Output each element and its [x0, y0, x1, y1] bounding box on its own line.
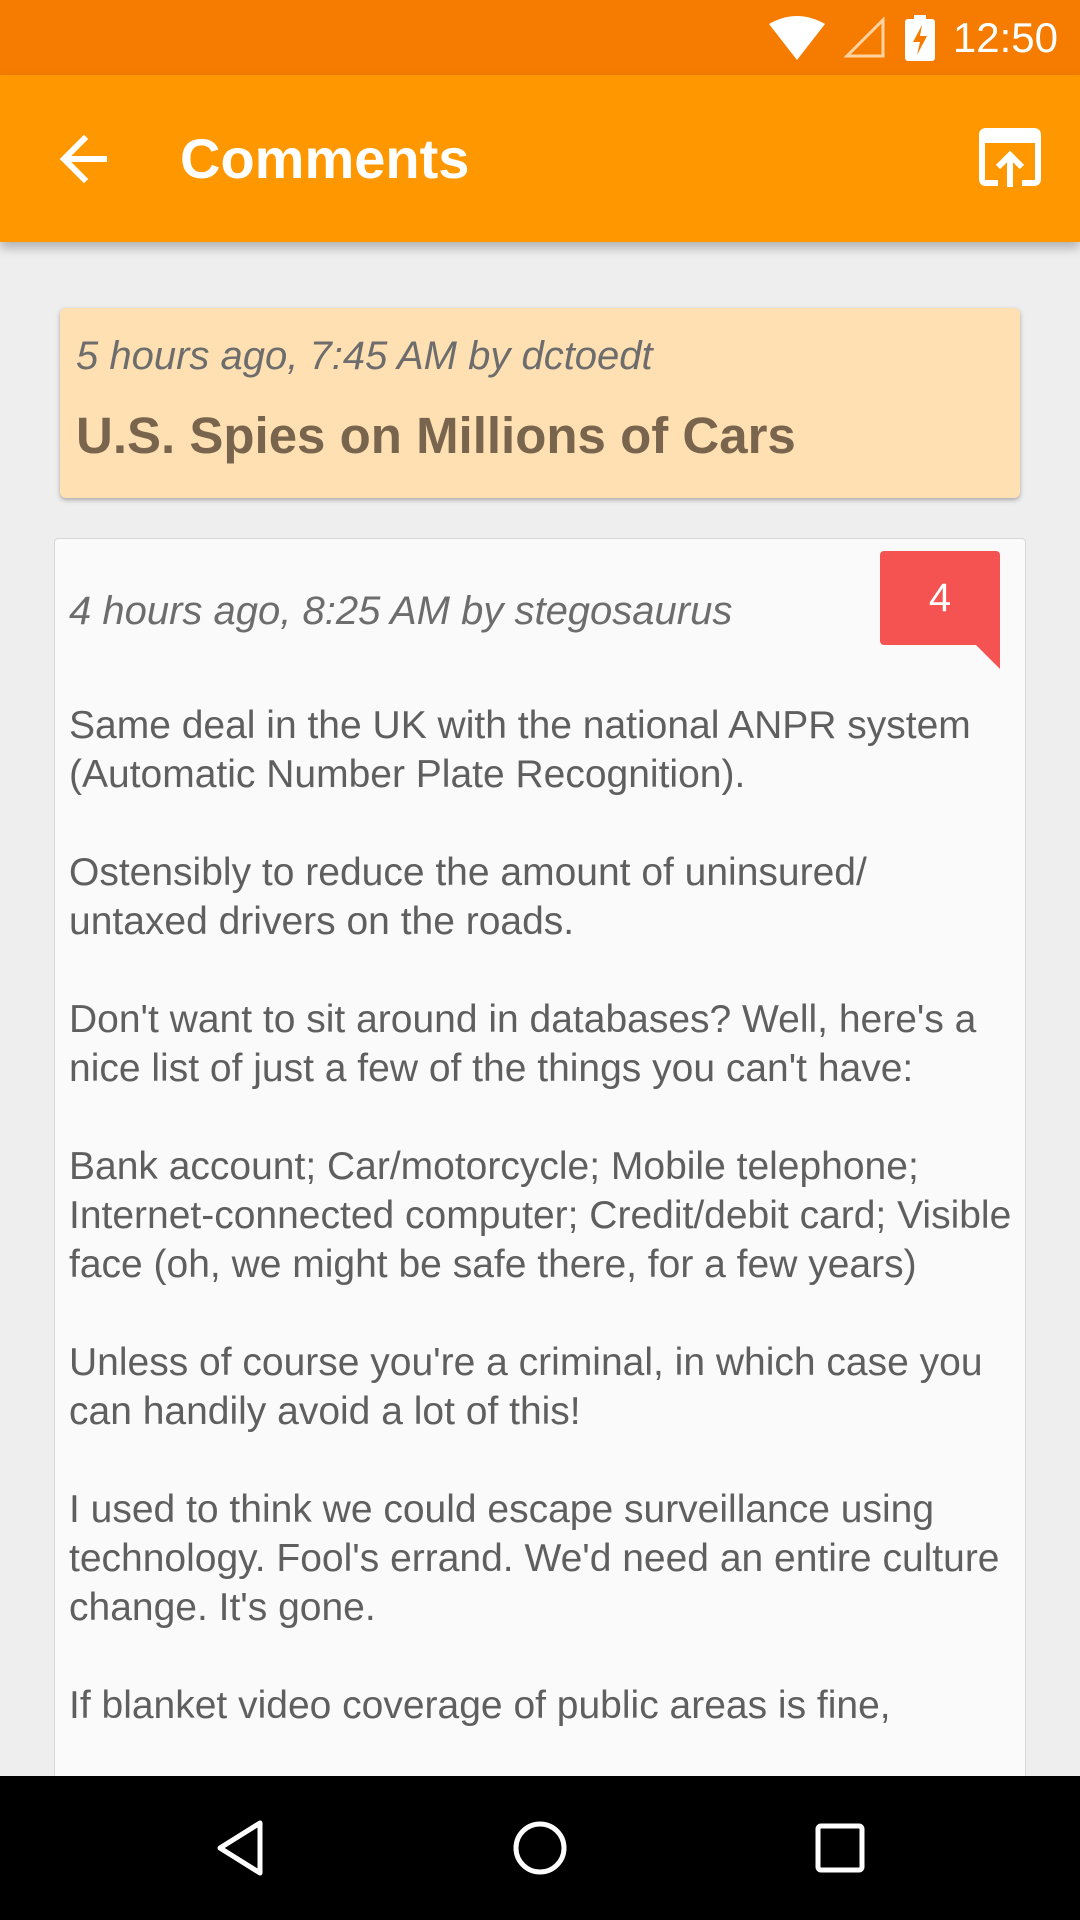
open-in-browser-button[interactable] [978, 127, 1042, 191]
comment-paragraph: If blanket video coverage of public area… [69, 1684, 891, 1727]
status-icons: 12:50 [768, 0, 1058, 75]
back-triangle-icon [217, 1820, 263, 1876]
comment-paragraph: Unless of course you're a criminal, in w… [69, 1341, 983, 1433]
nav-back-button[interactable] [210, 1818, 270, 1878]
comment-paragraph: Ostensibly to reduce the amount of unins… [69, 851, 867, 943]
comment-paragraph: Don't want to sit around in databases? W… [69, 998, 977, 1090]
reply-count-badge[interactable]: 4 [880, 551, 1000, 669]
status-time: 12:50 [952, 13, 1058, 61]
back-button[interactable] [52, 127, 116, 191]
status-bar: 12:50 [0, 0, 1080, 75]
wifi-icon [768, 15, 825, 60]
story-title: U.S. Spies on Millions of Cars [76, 407, 796, 464]
comment-body: Same deal in the UK with the national AN… [69, 701, 1013, 1779]
battery-charging-icon [904, 14, 935, 61]
story-meta: 5 hours ago, 7:45 AM by dctoedt [76, 334, 653, 378]
nav-home-button[interactable] [510, 1818, 570, 1878]
open-in-browser-icon [979, 128, 1041, 187]
comment-paragraph: Bank account; Car/motorcycle; Mobile tel… [69, 1145, 1012, 1286]
recents-square-icon [815, 1823, 865, 1873]
nav-recents-button[interactable] [810, 1818, 870, 1878]
arrow-back-icon [59, 134, 107, 184]
comment-paragraph: I used to think we could escape surveill… [69, 1488, 1000, 1629]
navigation-bar [0, 1776, 1080, 1920]
story-card[interactable]: 5 hours ago, 7:45 AM by dctoedt U.S. Spi… [60, 308, 1020, 498]
page-title: Comments [180, 127, 470, 190]
comment-paragraph: Same deal in the UK with the national AN… [69, 704, 971, 796]
home-circle-icon [513, 1821, 567, 1875]
app-bar: Comments [0, 75, 1080, 242]
comment-meta: 4 hours ago, 8:25 AM by stegosaurus [69, 589, 733, 633]
cell-signal-icon [843, 15, 885, 57]
comment-card[interactable]: 4 hours ago, 8:25 AM by stegosaurus 4 Sa… [54, 538, 1026, 1788]
